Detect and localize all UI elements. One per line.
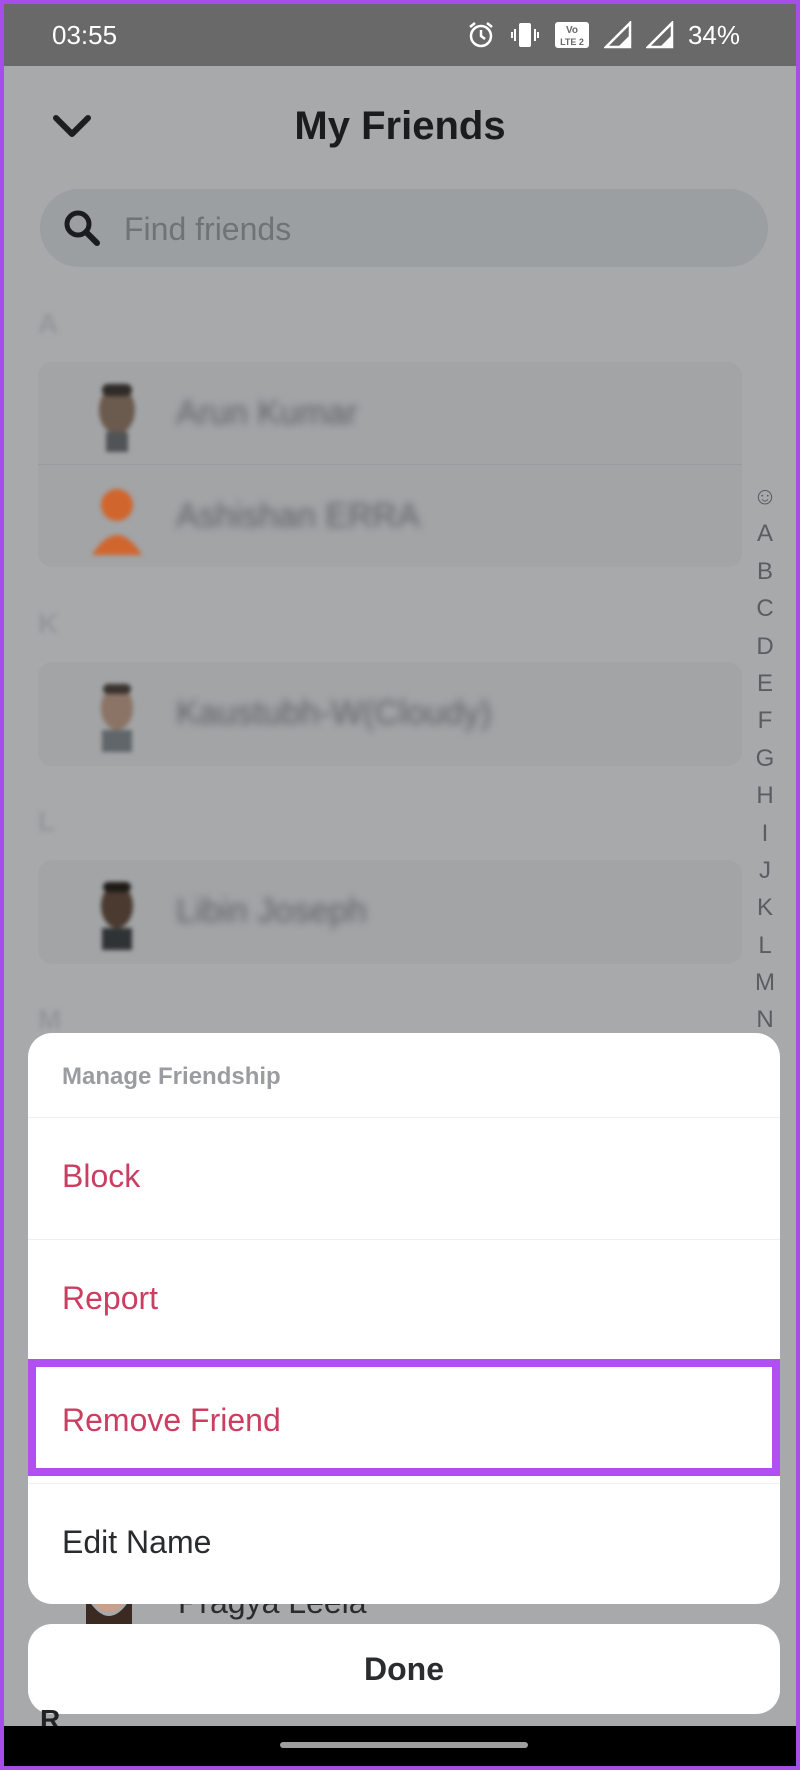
alpha-index-item[interactable]: E: [748, 665, 782, 702]
signal-icon: [645, 21, 674, 49]
svg-text:LTE 2: LTE 2: [560, 37, 584, 47]
alpha-index-item[interactable]: J: [748, 852, 782, 889]
alpha-index-item[interactable]: C: [748, 590, 782, 627]
search-icon: [64, 210, 100, 246]
alpha-index-item[interactable]: F: [748, 702, 782, 739]
alpha-index-item[interactable]: G: [748, 740, 782, 777]
alphabet-index[interactable]: ☺ A B C D E F G H I J K L M N: [748, 478, 782, 1039]
search-input[interactable]: [122, 203, 726, 255]
alpha-index-item[interactable]: I: [748, 815, 782, 852]
avatar: [101, 684, 133, 752]
section-letter: L: [38, 806, 56, 837]
friend-card: Kaustubh-W(Cloudy): [38, 662, 742, 766]
friend-card: Arun Kumar Ashishan ERRA: [38, 362, 742, 567]
signal-icon: [603, 21, 632, 49]
edit-name-label: Edit Name: [62, 1524, 212, 1560]
friend-row[interactable]: Libin Joseph: [38, 860, 742, 964]
block-button[interactable]: Block: [28, 1117, 780, 1240]
volte-icon: Vo LTE 2: [554, 22, 589, 48]
friend-card: Libin Joseph: [38, 860, 742, 964]
avatar: [99, 384, 135, 452]
manage-friendship-sheet: Manage Friendship Block Report Remove Fr…: [28, 1033, 780, 1604]
friend-row[interactable]: Ashishan ERRA: [38, 464, 742, 567]
friend-name: Kaustubh-W(Cloudy): [176, 694, 492, 732]
home-indicator[interactable]: [280, 1742, 528, 1748]
report-label: Report: [62, 1280, 159, 1316]
report-button[interactable]: Report: [28, 1239, 780, 1362]
remove-friend-label: Remove Friend: [62, 1402, 281, 1438]
section-letter: M: [38, 1004, 62, 1035]
alarm-icon: [469, 22, 493, 48]
alpha-index-item[interactable]: D: [748, 628, 782, 665]
status-bar: 03:55 Vo LTE 2 34%: [4, 4, 796, 66]
section-letter: K: [38, 608, 59, 639]
section-letter: A: [38, 308, 59, 339]
alpha-index-item[interactable]: M: [748, 964, 782, 1001]
friend-name: Ashishan ERRA: [176, 497, 420, 535]
alpha-index-item[interactable]: H: [748, 777, 782, 814]
battery-level: 34%: [687, 19, 740, 50]
friend-row[interactable]: Arun Kumar: [38, 362, 742, 464]
avatar: [92, 489, 142, 555]
done-button[interactable]: Done: [28, 1624, 780, 1714]
block-label: Block: [62, 1158, 141, 1194]
vibrate-icon: [510, 23, 539, 47]
search-bar[interactable]: [40, 189, 768, 267]
svg-text:Vo: Vo: [566, 25, 578, 36]
page-title: My Friends: [294, 104, 506, 148]
alpha-index-item[interactable]: A: [748, 515, 782, 552]
edit-name-button[interactable]: Edit Name: [28, 1483, 780, 1604]
alpha-index-item[interactable]: L: [748, 927, 782, 964]
navigation-bar: [4, 1726, 796, 1766]
alpha-index-item[interactable]: K: [748, 889, 782, 926]
status-time: 03:55: [52, 20, 118, 50]
friend-name: Libin Joseph: [176, 892, 367, 930]
screen-frame: 03:55 Vo LTE 2 34% My Friends Find frien…: [0, 0, 800, 1770]
alpha-index-item[interactable]: ☺: [748, 478, 782, 515]
header: My Friends: [4, 66, 796, 191]
friend-name: Arun Kumar: [176, 394, 358, 432]
alpha-index-item[interactable]: B: [748, 553, 782, 590]
friend-row[interactable]: Kaustubh-W(Cloudy): [38, 662, 742, 766]
remove-friend-button[interactable]: Remove Friend: [28, 1361, 780, 1484]
avatar: [101, 882, 133, 950]
status-icons: Vo LTE 2 34%: [466, 18, 740, 52]
sheet-title: Manage Friendship: [62, 1063, 281, 1090]
